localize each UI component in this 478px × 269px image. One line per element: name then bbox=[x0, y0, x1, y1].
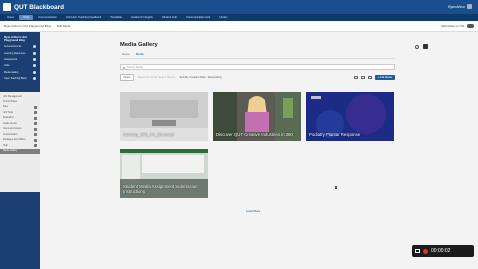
chevron-icon bbox=[34, 111, 37, 115]
dot-icon bbox=[33, 51, 36, 55]
unit-sidebar: Ryan Arthur's Unit Playground Blog Annou… bbox=[0, 32, 40, 269]
media-card[interactable]: Student Media Assignment Submission Inst… bbox=[120, 149, 208, 198]
unit-management-panel: Unit Management Control Panel Files Unit… bbox=[0, 92, 40, 192]
chevron-icon bbox=[34, 133, 37, 137]
sidebar-item[interactable]: Open Teaching Block bbox=[2, 75, 38, 81]
nav-tab[interactable]: Timetable bbox=[106, 15, 126, 20]
control-panel-item-active[interactable]: Media Gallery bbox=[0, 148, 40, 154]
nav-tab[interactable]: Units bbox=[19, 15, 34, 20]
brand-title: QUT Blackboard bbox=[14, 3, 65, 11]
breadcrumb: Ryan Arthur's Unit Playground Blog Edit … bbox=[0, 21, 478, 32]
view-toggles: + Add Media bbox=[353, 75, 395, 80]
media-card[interactable]: Nursing_360_4K_(Source) bbox=[120, 92, 208, 141]
nav-tab[interactable]: Library bbox=[215, 15, 231, 20]
tab-divider bbox=[120, 57, 395, 59]
breadcrumb-page: Edit Mode bbox=[56, 24, 71, 28]
search-input[interactable]: Search Media bbox=[120, 64, 395, 70]
main-nav: Home Units Communication Unit Hub: Teach… bbox=[0, 14, 478, 21]
nav-tab[interactable]: Communication Hub bbox=[182, 15, 214, 20]
unit-management-title: Unit Management bbox=[3, 95, 22, 98]
user-avatar-icon[interactable] bbox=[467, 4, 472, 9]
add-media-button[interactable]: + Add Media bbox=[374, 75, 395, 80]
edit-mode-toggle[interactable] bbox=[467, 24, 474, 28]
settings-icon[interactable] bbox=[423, 44, 428, 49]
search-icon bbox=[123, 66, 126, 69]
page-actions bbox=[415, 44, 428, 49]
breadcrumb-unit[interactable]: Ryan Arthur's Unit Playground Blog bbox=[4, 24, 51, 28]
sidebar-section-title[interactable]: Ryan Arthur's Unit Playground Blog bbox=[2, 35, 38, 44]
load-more-button[interactable]: Load More bbox=[246, 209, 260, 213]
dot-icon bbox=[33, 58, 36, 62]
nav-tab[interactable]: Communication bbox=[34, 15, 61, 20]
main-content: Media Gallery Home Media Search Media Fi… bbox=[40, 32, 478, 269]
info-icon[interactable] bbox=[415, 44, 419, 49]
sort-select[interactable]: Sort By: Creation Date - Descending bbox=[180, 76, 222, 79]
chevron-icon bbox=[34, 144, 37, 148]
media-card-title: Podiatry Plantar Response bbox=[309, 132, 361, 138]
nav-tab[interactable]: Student Hub bbox=[158, 15, 181, 20]
table-view-icon[interactable] bbox=[367, 76, 372, 79]
nav-tab[interactable]: Unit Hub: Teaching Feedback bbox=[62, 15, 105, 20]
chevron-icon bbox=[34, 116, 37, 120]
media-card-title: Discover QUT Creative Industries in 360 bbox=[216, 132, 293, 138]
top-header: QUT Blackboard Ryan Arthur bbox=[0, 0, 478, 14]
dot-icon bbox=[33, 45, 36, 49]
user-name[interactable]: Ryan Arthur bbox=[448, 5, 465, 9]
media-card-title: Nursing_360_4K_(Source) bbox=[123, 132, 174, 138]
chevron-icon bbox=[34, 105, 37, 109]
screen-recorder: 00:00:02 bbox=[412, 245, 474, 257]
record-icon[interactable] bbox=[423, 248, 428, 254]
chevron-icon bbox=[34, 122, 37, 126]
page-title: Media Gallery bbox=[120, 42, 158, 48]
filters-button[interactable]: Filters bbox=[120, 74, 135, 81]
user-menu[interactable]: Ryan Arthur bbox=[448, 4, 472, 9]
media-card[interactable]: Podiatry Plantar Response bbox=[306, 92, 394, 141]
media-card-title: Student Media Assignment Submission Inst… bbox=[123, 184, 198, 195]
media-card[interactable]: Discover QUT Creative Industries in 360 bbox=[213, 92, 301, 141]
nav-tab[interactable]: Academic Integrity bbox=[127, 15, 157, 20]
mouse-pointer bbox=[335, 186, 337, 189]
dot-icon bbox=[33, 64, 36, 68]
chevron-icon bbox=[34, 127, 37, 131]
filter-bar: Filters Search In: All (0) Search Result… bbox=[120, 74, 395, 81]
nav-tab[interactable]: Home bbox=[3, 15, 18, 20]
camera-icon[interactable] bbox=[415, 249, 420, 253]
grid-view-icon[interactable] bbox=[353, 76, 358, 79]
recording-time: 00:00:02 bbox=[431, 248, 451, 254]
dot-icon bbox=[33, 70, 36, 74]
dot-icon bbox=[33, 76, 36, 80]
chevron-icon bbox=[34, 138, 37, 142]
list-view-icon[interactable] bbox=[360, 76, 365, 79]
qut-logo-icon[interactable] bbox=[3, 3, 11, 11]
edit-mode-label: Edit Mode is: ON bbox=[441, 24, 464, 28]
filter-hint: Search In: All (0) Search Results bbox=[138, 76, 176, 79]
